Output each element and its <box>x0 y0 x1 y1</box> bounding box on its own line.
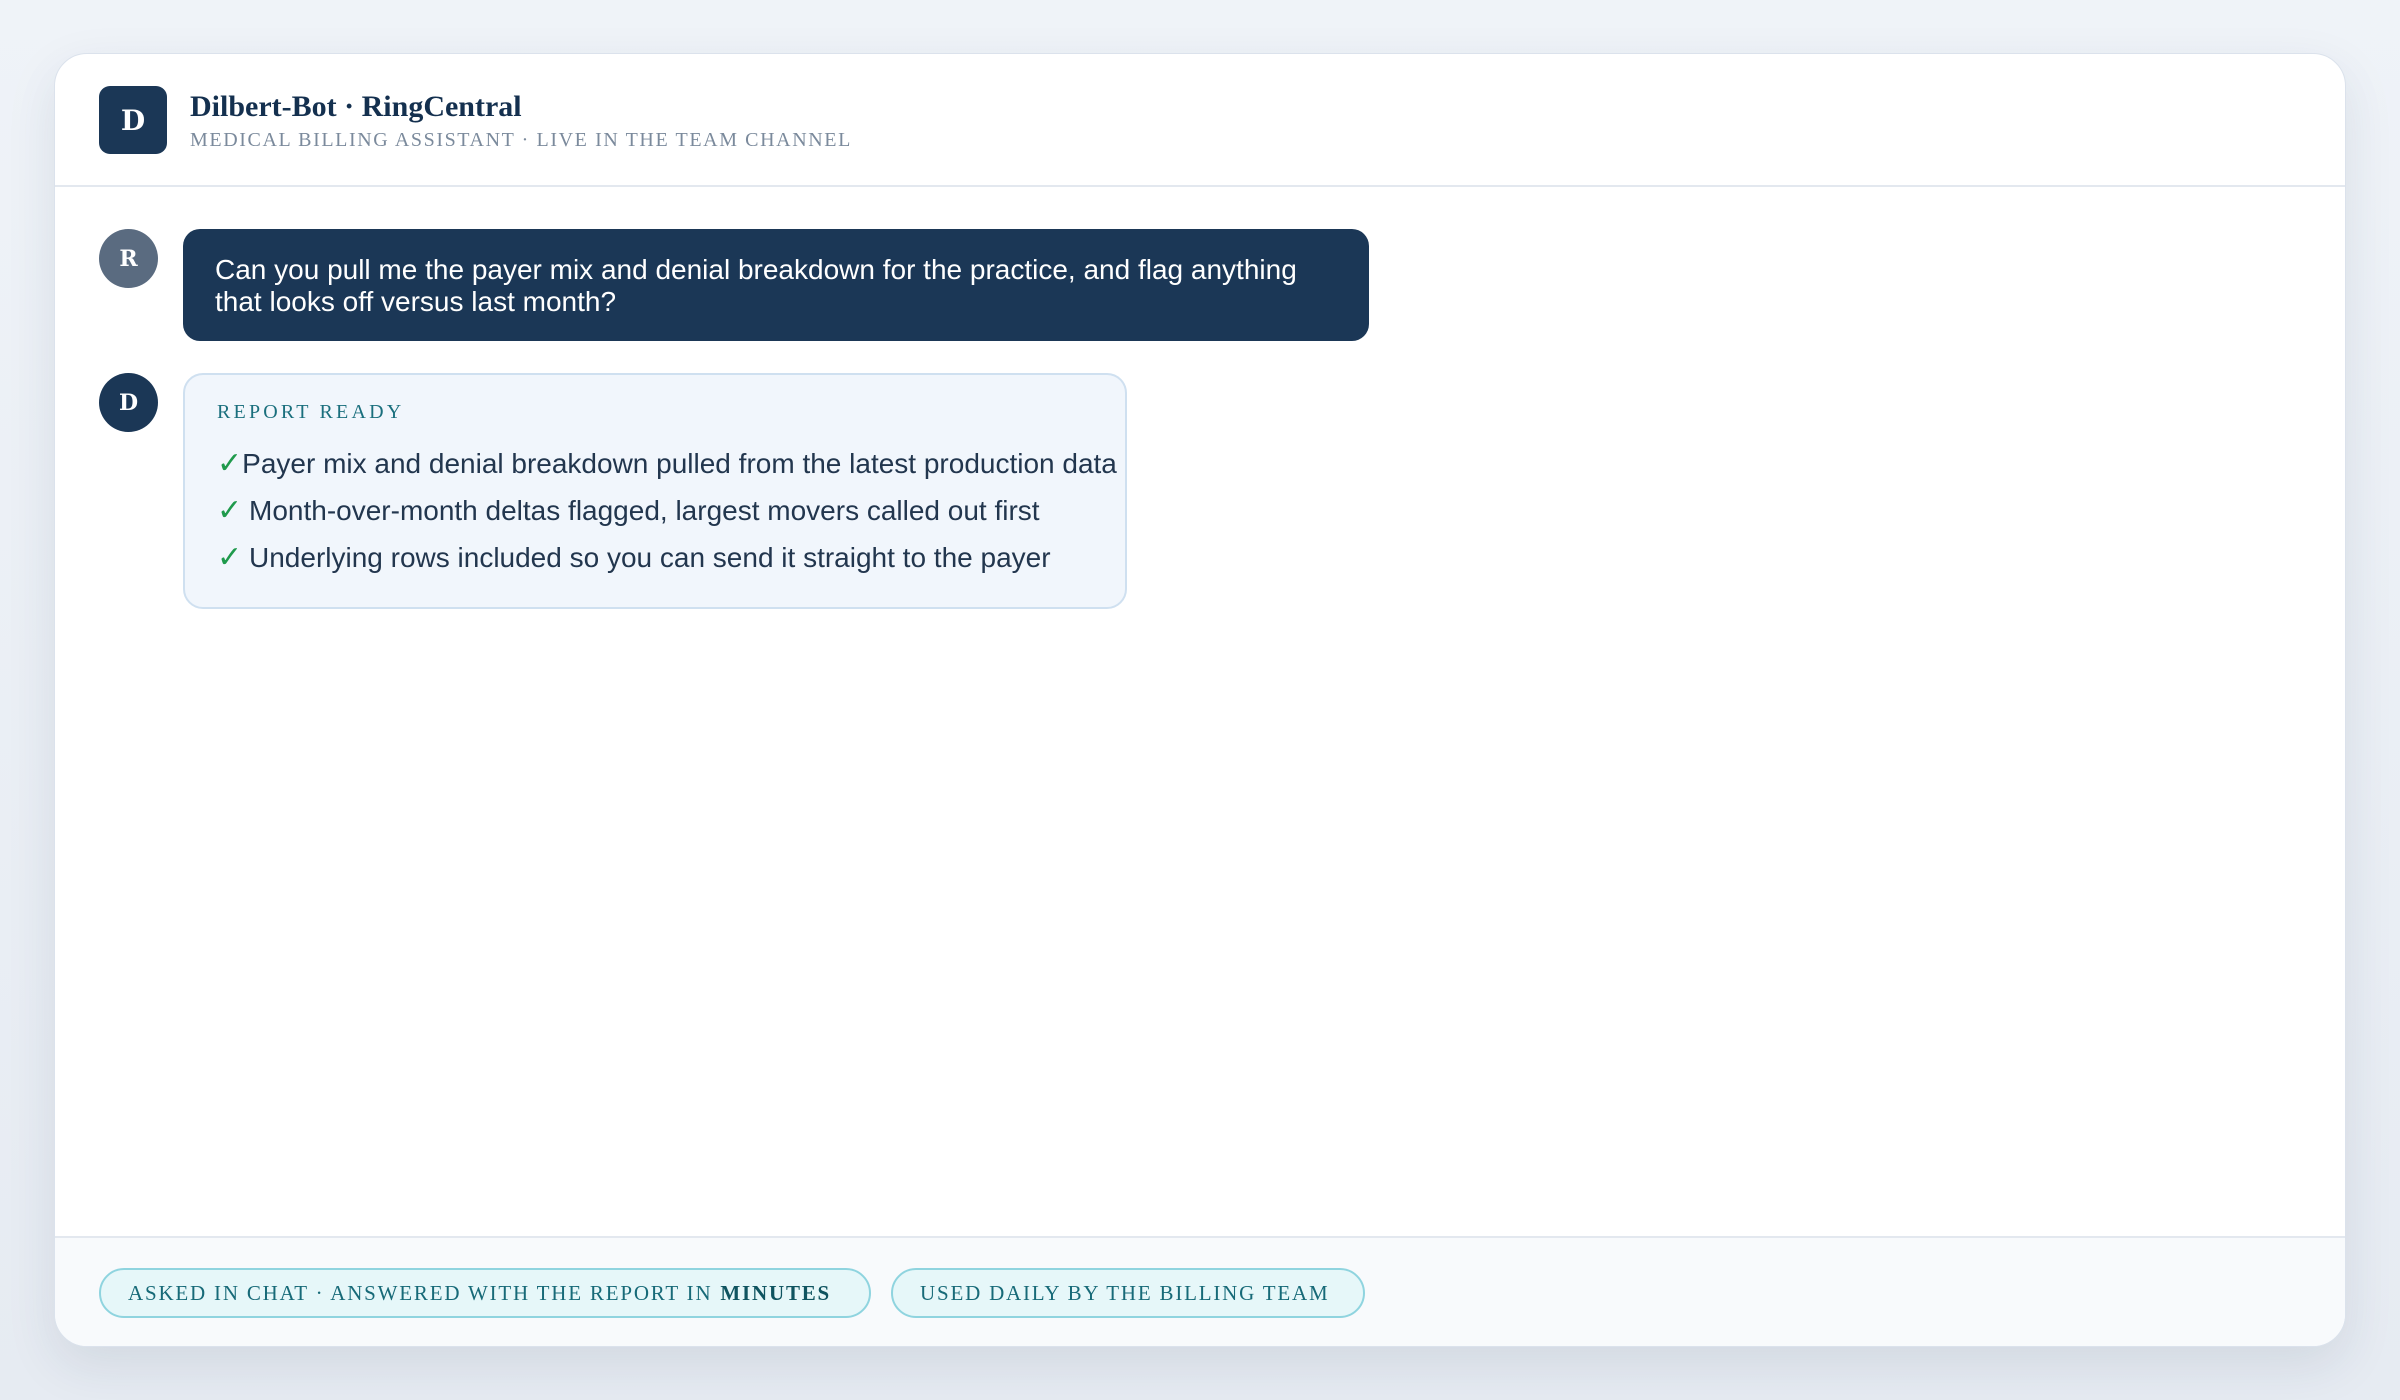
check-icon: ✓ <box>217 540 243 575</box>
report-status-label: REPORT READY <box>217 401 405 423</box>
usage-text: USED DAILY BY THE BILLING TEAM <box>920 1280 1330 1305</box>
chat-window: D Dilbert-Bot · RingCentral MEDICAL BILL… <box>54 53 2346 1347</box>
report-item-text: Payer mix and denial breakdown pulled fr… <box>242 447 1117 479</box>
bot-logo: D <box>99 86 167 154</box>
check-icon: ✓ <box>217 493 243 528</box>
user-message-bubble: Can you pull me the payer mix and denial… <box>183 229 1369 341</box>
usage-badge: USED DAILY BY THE BILLING TEAM <box>891 1268 1365 1318</box>
response-time-emphasis: MINUTES <box>720 1280 832 1305</box>
report-item: ✓ Underlying rows included so you can se… <box>217 534 1095 581</box>
bot-report-card: REPORT READY ✓ Payer mix and denial brea… <box>183 373 1127 609</box>
message-list: R Can you pull me the payer mix and deni… <box>55 187 2345 1287</box>
chat-footer: ASKED IN CHAT · ANSWERED WITH THE REPORT… <box>55 1236 2345 1346</box>
report-item: ✓ Payer mix and denial breakdown pulled … <box>217 440 1117 487</box>
report-item: ✓ Month-over-month deltas flagged, large… <box>217 487 1095 534</box>
check-icon: ✓ <box>217 446 243 481</box>
response-time-text: ASKED IN CHAT · ANSWERED WITH THE REPORT… <box>128 1280 713 1305</box>
chat-subtitle: MEDICAL BILLING ASSISTANT · LIVE IN THE … <box>190 129 852 151</box>
report-item-text: Underlying rows included so you can send… <box>249 541 1051 573</box>
response-time-badge: ASKED IN CHAT · ANSWERED WITH THE REPORT… <box>99 1268 871 1318</box>
report-item-text: Month-over-month deltas flagged, largest… <box>249 494 1040 526</box>
user-avatar[interactable]: R <box>99 229 158 288</box>
chat-title: Dilbert-Bot · RingCentral <box>190 90 522 123</box>
bot-avatar[interactable]: D <box>99 373 158 432</box>
chat-header: D Dilbert-Bot · RingCentral MEDICAL BILL… <box>55 54 2345 187</box>
